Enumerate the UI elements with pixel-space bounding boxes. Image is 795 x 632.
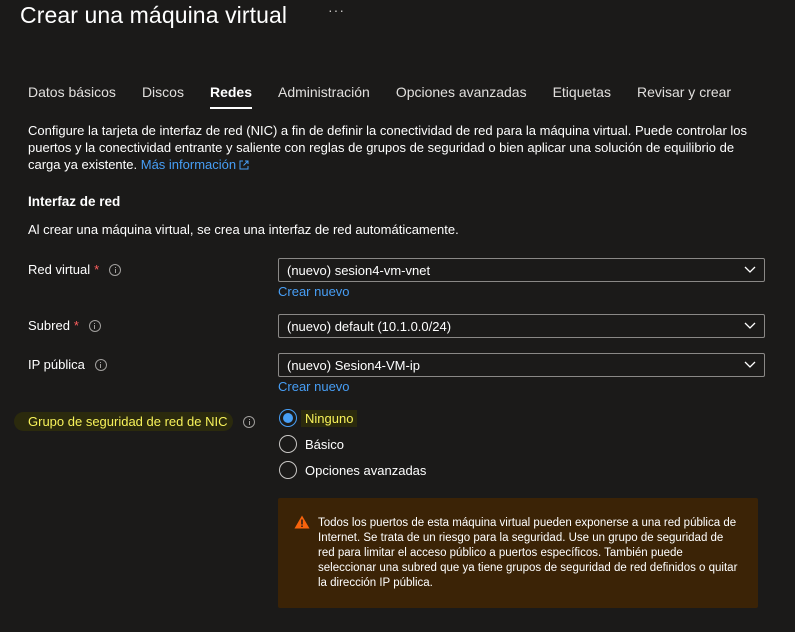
nsg-label-text: Grupo de seguridad de red de NIC bbox=[14, 412, 234, 431]
info-icon[interactable] bbox=[109, 263, 122, 276]
tab-datos-basicos[interactable]: Datos básicos bbox=[28, 84, 116, 108]
required-marker: * bbox=[94, 262, 100, 277]
subnet-select[interactable]: (nuevo) default (10.1.0.0/24) bbox=[278, 314, 765, 338]
tab-bar: Datos básicos Discos Redes Administració… bbox=[28, 84, 757, 109]
page-header: Crear una máquina virtual bbox=[20, 0, 287, 30]
public-ip-value: (nuevo) Sesion4-VM-ip bbox=[287, 357, 420, 373]
radio-button[interactable] bbox=[279, 461, 297, 479]
section-title: Interfaz de red bbox=[28, 194, 121, 209]
public-ip-label-text: IP pública bbox=[28, 357, 85, 372]
chevron-down-icon bbox=[744, 361, 756, 368]
radio-button[interactable] bbox=[279, 435, 297, 453]
description-text: Configure la tarjeta de interfaz de red … bbox=[28, 123, 748, 172]
chevron-down-icon bbox=[744, 322, 756, 329]
tab-etiquetas[interactable]: Etiquetas bbox=[553, 84, 611, 108]
chevron-down-icon bbox=[744, 266, 756, 273]
public-ip-label: IP pública bbox=[28, 357, 107, 372]
nsg-option-basico[interactable]: Básico bbox=[279, 435, 344, 453]
nsg-label: Grupo de seguridad de red de NIC bbox=[14, 412, 256, 431]
info-icon[interactable] bbox=[88, 319, 101, 332]
more-options-icon[interactable]: ··· bbox=[328, 2, 345, 18]
nsg-option-advanced[interactable]: Opciones avanzadas bbox=[279, 461, 426, 479]
warning-icon bbox=[294, 515, 310, 529]
vnet-select[interactable]: (nuevo) sesion4-vm-vnet bbox=[278, 258, 765, 282]
tab-opciones-avanzadas[interactable]: Opciones avanzadas bbox=[396, 84, 527, 108]
nsg-option-label: Ninguno bbox=[301, 409, 358, 427]
info-icon[interactable] bbox=[243, 415, 256, 428]
vnet-value: (nuevo) sesion4-vm-vnet bbox=[287, 262, 431, 278]
subnet-label: Subred * bbox=[28, 318, 101, 333]
required-marker: * bbox=[73, 318, 79, 333]
warning-text: Todos los puertos de esta máquina virtua… bbox=[318, 517, 738, 589]
nsg-option-ninguno[interactable]: Ninguno bbox=[279, 409, 358, 427]
vnet-label: Red virtual * bbox=[28, 262, 122, 277]
networking-description: Configure la tarjeta de interfaz de red … bbox=[28, 122, 758, 174]
warning-message: Todos los puertos de esta máquina virtua… bbox=[278, 498, 758, 608]
public-ip-select[interactable]: (nuevo) Sesion4-VM-ip bbox=[278, 353, 765, 377]
external-link-icon bbox=[239, 157, 249, 174]
learn-more-link[interactable]: Más información bbox=[141, 157, 236, 172]
subnet-label-text: Subred bbox=[28, 318, 70, 333]
public-ip-create-new-link[interactable]: Crear nuevo bbox=[278, 379, 350, 394]
tab-redes[interactable]: Redes bbox=[209, 84, 253, 109]
page-title: Crear una máquina virtual bbox=[20, 1, 288, 28]
radio-button-checked[interactable] bbox=[279, 409, 297, 427]
tab-administracion[interactable]: Administración bbox=[278, 84, 370, 108]
section-description: Al crear una máquina virtual, se crea un… bbox=[28, 222, 459, 237]
subnet-value: (nuevo) default (10.1.0.0/24) bbox=[287, 318, 452, 334]
vnet-create-new-link[interactable]: Crear nuevo bbox=[278, 284, 350, 299]
info-icon[interactable] bbox=[94, 358, 107, 371]
nsg-option-label: Opciones avanzadas bbox=[305, 462, 427, 478]
tab-discos[interactable]: Discos bbox=[142, 84, 184, 108]
tab-revisar-y-crear[interactable]: Revisar y crear bbox=[637, 84, 731, 108]
vnet-label-text: Red virtual bbox=[28, 262, 91, 277]
nsg-option-label: Básico bbox=[305, 436, 345, 452]
